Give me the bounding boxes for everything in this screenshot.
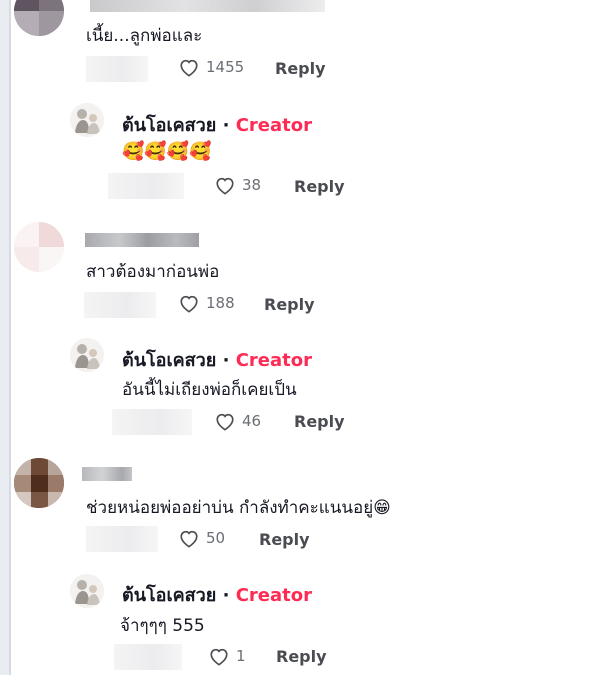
commenter-name-blurred[interactable] — [90, 0, 325, 12]
heart-icon — [180, 295, 198, 313]
reply-button[interactable]: Reply — [259, 530, 310, 549]
like-button[interactable]: 188 — [178, 293, 235, 313]
separator-dot: · — [222, 115, 230, 136]
left-divider — [9, 0, 11, 675]
heart-icon — [180, 59, 198, 77]
left-scroll-gutter — [0, 0, 9, 675]
comment-date-blurred — [86, 56, 148, 82]
commenter-avatar[interactable] — [14, 0, 64, 36]
reply-button[interactable]: Reply — [275, 59, 326, 78]
comment-date-blurred — [86, 526, 158, 552]
comment-text: เนี้ย...ลูกพ่อและ — [86, 26, 203, 46]
separator-dot: · — [222, 350, 230, 371]
like-count: 1 — [236, 647, 246, 665]
creator-name[interactable]: ต้นโอเคสวย — [122, 115, 216, 136]
reply-text: 🥰🥰🥰🥰 — [122, 141, 212, 162]
reply-like-button[interactable]: 1 — [208, 646, 246, 666]
like-button[interactable]: 50 — [178, 528, 225, 548]
creator-badge: Creator — [235, 585, 313, 606]
heart-icon — [216, 413, 234, 431]
like-count: 38 — [242, 176, 262, 194]
like-button[interactable]: 1455 — [178, 57, 244, 77]
reply-like-button[interactable]: 38 — [214, 175, 261, 195]
reply-like-button[interactable]: 46 — [214, 411, 261, 431]
reply-button[interactable]: Reply — [264, 295, 315, 314]
heart-icon — [216, 177, 234, 195]
creator-name-line: ต้นโอเคสวย · Creator — [122, 345, 312, 374]
commenter-avatar[interactable] — [14, 458, 64, 508]
creator-badge: Creator — [235, 350, 313, 371]
reply-button[interactable]: Reply — [294, 412, 345, 431]
comment-text: ช่วยหน่อยพ่ออย่าบ่น กำลังทำคะแนนอยู่😁 — [86, 498, 391, 518]
creator-name-line: ต้นโอเคสวย · Creator — [122, 580, 312, 609]
commenter-name-blurred[interactable] — [82, 467, 132, 481]
reply-button[interactable]: Reply — [276, 647, 327, 666]
creator-name[interactable]: ต้นโอเคสวย — [122, 350, 216, 371]
creator-avatar[interactable] — [70, 574, 104, 608]
commenter-avatar[interactable] — [14, 222, 64, 272]
like-count: 50 — [206, 529, 226, 547]
heart-icon — [180, 530, 198, 548]
creator-avatar[interactable] — [70, 338, 104, 372]
reply-text: อันนี้ไม่เถียงพ่อก็เคยเป็น — [122, 380, 297, 400]
separator-dot: · — [222, 585, 230, 606]
commenter-name-blurred[interactable] — [85, 233, 199, 247]
like-count: 46 — [242, 412, 262, 430]
heart-icon — [210, 648, 228, 666]
comment-date-blurred — [84, 292, 156, 318]
creator-avatar-image — [70, 338, 104, 372]
creator-avatar-image — [70, 103, 104, 137]
creator-badge: Creator — [235, 115, 313, 136]
reply-date-blurred — [108, 173, 184, 199]
creator-avatar[interactable] — [70, 103, 104, 137]
reply-date-blurred — [114, 644, 182, 670]
reply-text: จ้าๆๆๆ 555 — [120, 616, 205, 636]
reply-date-blurred — [112, 409, 192, 435]
creator-name-line: ต้นโอเคสวย · Creator — [122, 110, 312, 139]
like-count: 1455 — [206, 58, 245, 76]
creator-name[interactable]: ต้นโอเคสวย — [122, 585, 216, 606]
reply-button[interactable]: Reply — [294, 177, 345, 196]
creator-avatar-image — [70, 574, 104, 608]
comment-text: สาวต้องมาก่อนพ่อ — [86, 262, 220, 282]
like-count: 188 — [206, 294, 235, 312]
